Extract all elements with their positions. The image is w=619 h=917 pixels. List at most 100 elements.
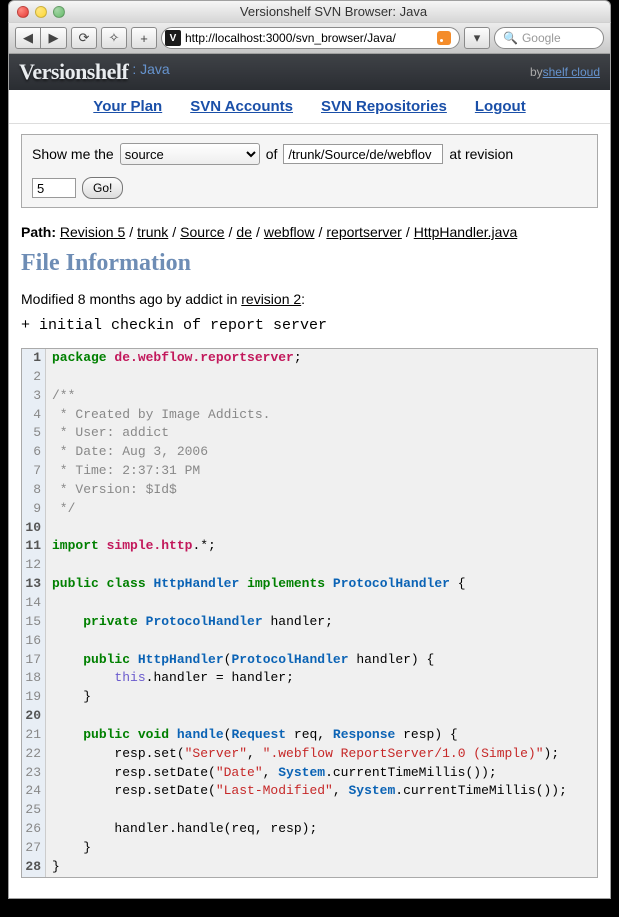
- line-content: [46, 594, 52, 613]
- file-meta-after: :: [301, 291, 305, 307]
- line-number: 15: [22, 613, 46, 632]
- filter-revision-input[interactable]: [32, 178, 76, 198]
- revision-link[interactable]: revision 2: [241, 291, 301, 307]
- code-line: 13public class HttpHandler implements Pr…: [22, 575, 597, 594]
- nav-svn-accounts[interactable]: SVN Accounts: [190, 98, 293, 115]
- line-number: 5: [22, 424, 46, 443]
- line-content: * Created by Image Addicts.: [46, 406, 270, 425]
- code-line: 9 */: [22, 500, 597, 519]
- breadcrumb-segment[interactable]: Revision 5: [60, 224, 125, 240]
- breadcrumb-sep: /: [256, 224, 260, 240]
- close-window-button[interactable]: [17, 6, 29, 18]
- line-content: import simple.http.*;: [46, 537, 216, 556]
- back-button[interactable]: ◀: [15, 27, 41, 49]
- filter-type-select[interactable]: source: [120, 143, 260, 165]
- file-meta-text: Modified 8 months ago by addict in: [21, 291, 241, 307]
- app-logo: Versionshelf: [19, 59, 128, 85]
- code-line: 26 handler.handle(req, resp);: [22, 820, 597, 839]
- code-line: 15 private ProtocolHandler handler;: [22, 613, 597, 632]
- code-line: 11import simple.http.*;: [22, 537, 597, 556]
- breadcrumb: Path: Revision 5/trunk/Source/de/webflow…: [21, 224, 598, 240]
- line-content: package de.webflow.reportserver;: [46, 349, 302, 368]
- code-line: 28}: [22, 858, 597, 877]
- line-number: 28: [22, 858, 46, 877]
- nav-svn-repositories[interactable]: SVN Repositories: [321, 98, 447, 115]
- forward-button[interactable]: ▶: [41, 27, 67, 49]
- nav-logout[interactable]: Logout: [475, 98, 526, 115]
- breadcrumb-segment[interactable]: de: [236, 224, 252, 240]
- app-header: Versionshelf : Java by shelf cloud: [9, 54, 610, 90]
- url-bar[interactable]: V http://localhost:3000/svn_browser/Java…: [161, 27, 460, 49]
- code-line: 19 }: [22, 688, 597, 707]
- rss-icon[interactable]: [437, 31, 451, 45]
- code-line: 8 * Version: $Id$: [22, 481, 597, 500]
- line-number: 13: [22, 575, 46, 594]
- line-content: */: [46, 500, 75, 519]
- line-content: private ProtocolHandler handler;: [46, 613, 333, 632]
- filter-panel: Show me the source of at revision Go!: [21, 134, 598, 208]
- code-line: 12: [22, 556, 597, 575]
- filter-path-input[interactable]: [283, 144, 443, 164]
- line-number: 3: [22, 387, 46, 406]
- breadcrumb-sep: /: [318, 224, 322, 240]
- line-content: handler.handle(req, resp);: [46, 820, 317, 839]
- line-number: 23: [22, 764, 46, 783]
- code-line: 21 public void handle(Request req, Respo…: [22, 726, 597, 745]
- window-titlebar: Versionshelf SVN Browser: Java: [8, 0, 611, 22]
- file-meta: Modified 8 months ago by addict in revis…: [21, 291, 598, 307]
- line-content: resp.set("Server", ".webflow ReportServe…: [46, 745, 559, 764]
- window-title: Versionshelf SVN Browser: Java: [65, 4, 602, 19]
- breadcrumb-segment[interactable]: reportserver: [326, 224, 401, 240]
- search-placeholder: Google: [522, 31, 561, 45]
- line-number: 17: [22, 651, 46, 670]
- code-line: 5 * User: addict: [22, 424, 597, 443]
- code-line: 3/**: [22, 387, 597, 406]
- line-content: }: [46, 839, 91, 858]
- line-number: 14: [22, 594, 46, 613]
- breadcrumb-segment[interactable]: Source: [180, 224, 224, 240]
- line-content: [46, 632, 52, 651]
- line-content: [46, 556, 52, 575]
- line-number: 8: [22, 481, 46, 500]
- line-content: this.handler = handler;: [46, 669, 294, 688]
- reload-button[interactable]: ⟳: [71, 27, 97, 49]
- line-content: resp.setDate("Date", System.currentTimeM…: [46, 764, 497, 783]
- shelf-cloud-link[interactable]: shelf cloud: [543, 65, 600, 79]
- breadcrumb-segment[interactable]: trunk: [137, 224, 168, 240]
- filter-label-showme: Show me the: [32, 146, 114, 162]
- search-bar[interactable]: 🔍 Google: [494, 27, 604, 49]
- code-line: 7 * Time: 2:37:31 PM: [22, 462, 597, 481]
- line-number: 25: [22, 801, 46, 820]
- zoom-window-button[interactable]: [53, 6, 65, 18]
- line-number: 10: [22, 519, 46, 538]
- search-icon: 🔍: [503, 31, 518, 45]
- search-menu-button[interactable]: ▾: [464, 27, 490, 49]
- go-button[interactable]: Go!: [82, 177, 123, 199]
- add-bookmark-button[interactable]: +: [131, 27, 157, 49]
- nav-your-plan[interactable]: Your Plan: [93, 98, 162, 115]
- line-content: }: [46, 858, 60, 877]
- line-content: [46, 801, 52, 820]
- breadcrumb-sep: /: [129, 224, 133, 240]
- line-content: * Version: $Id$: [46, 481, 177, 500]
- code-line: 24 resp.setDate("Last-Modified", System.…: [22, 782, 597, 801]
- line-number: 6: [22, 443, 46, 462]
- breadcrumb-label: Path:: [21, 224, 56, 240]
- line-number: 16: [22, 632, 46, 651]
- breadcrumb-segment[interactable]: HttpHandler.java: [414, 224, 518, 240]
- line-content: * Date: Aug 3, 2006: [46, 443, 208, 462]
- line-number: 21: [22, 726, 46, 745]
- code-line: 2: [22, 368, 597, 387]
- code-line: 6 * Date: Aug 3, 2006: [22, 443, 597, 462]
- breadcrumb-segment[interactable]: webflow: [264, 224, 315, 240]
- minimize-window-button[interactable]: [35, 6, 47, 18]
- breadcrumb-sep: /: [229, 224, 233, 240]
- line-number: 9: [22, 500, 46, 519]
- favicon-icon: V: [165, 30, 181, 46]
- code-line: 4 * Created by Image Addicts.: [22, 406, 597, 425]
- source-code-panel: 1package de.webflow.reportserver;23/**4 …: [21, 348, 598, 878]
- line-content: resp.setDate("Last-Modified", System.cur…: [46, 782, 567, 801]
- line-content: public HttpHandler(ProtocolHandler handl…: [46, 651, 434, 670]
- toolbar-extra-button[interactable]: ✧: [101, 27, 127, 49]
- filter-label-of: of: [266, 146, 278, 162]
